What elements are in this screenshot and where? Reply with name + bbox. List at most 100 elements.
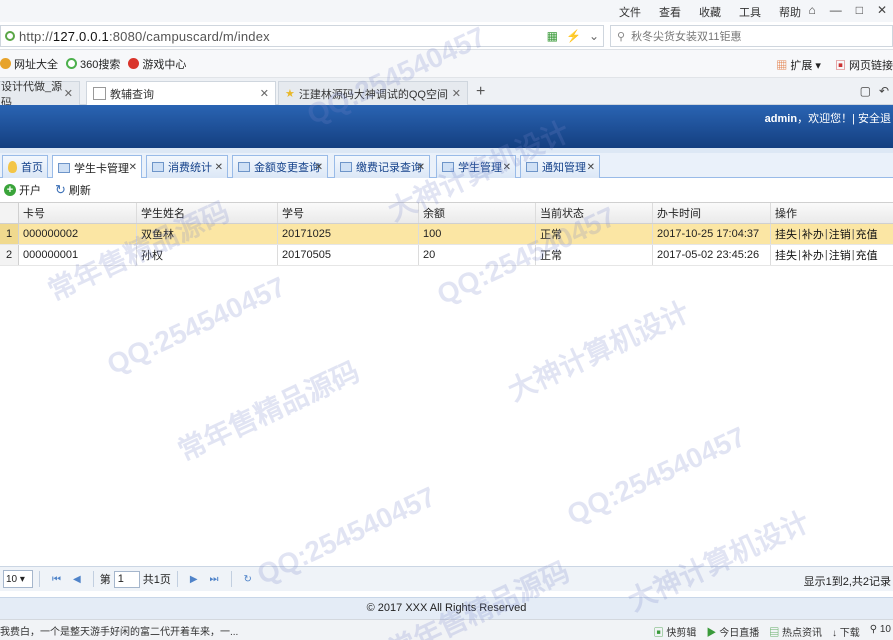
cell-time: 2017-10-25 17:04:37	[653, 224, 771, 244]
close-tab-icon[interactable]: ✕	[315, 162, 323, 173]
cell-balance: 20	[419, 245, 536, 265]
watermark-text: QQ:254540457	[102, 270, 291, 381]
hot-news-button[interactable]: ▤ 热点资讯	[769, 624, 822, 639]
column-header-card[interactable]: 卡号	[19, 203, 137, 223]
bookmark-360-search[interactable]: 360搜索	[66, 56, 120, 72]
table-row[interactable]: 2 000000001 孙权 20170505 20 正常 2017-05-02…	[0, 245, 893, 266]
column-header-balance[interactable]: 余额	[419, 203, 536, 223]
welcome-text: admin，欢迎您！| 安全退	[765, 110, 891, 126]
cell-status: 正常	[536, 245, 653, 265]
logout-link[interactable]: ，欢迎您！| 安全退	[797, 113, 891, 125]
qrcode-icon[interactable]: ▦	[547, 29, 558, 43]
star-icon: ★	[285, 88, 295, 100]
tab-student-management[interactable]: 学生管理 ✕	[436, 155, 516, 178]
new-tab-icon[interactable]: +	[476, 83, 485, 101]
weblink-button[interactable]: ▣ 网页链接	[835, 57, 893, 73]
zoom-level[interactable]: ⚲ 10	[870, 624, 891, 639]
column-header-actions[interactable]: 操作	[771, 203, 893, 223]
next-page-icon[interactable]: ▶	[190, 574, 198, 585]
tab-student-card[interactable]: 学生卡管理 ✕	[52, 155, 142, 179]
close-tab-icon[interactable]: ✕	[215, 162, 223, 173]
menu-file[interactable]: 文件	[619, 4, 641, 20]
tab-label: 汪建林源码大神调试的QQ空间 [E	[298, 88, 449, 101]
column-header-sid[interactable]: 学号	[278, 203, 419, 223]
bookmarks-right: ▦ 扩展 ▾ ▣ 网页链接	[776, 57, 893, 73]
prev-page-icon[interactable]: ◀	[73, 574, 81, 585]
table-row[interactable]: 1 000000002 双鱼林 20171025 100 正常 2017-10-…	[0, 224, 893, 245]
menu-view[interactable]: 查看	[659, 4, 681, 20]
app-header: admin，欢迎您！| 安全退	[0, 105, 893, 148]
tab-notice-management[interactable]: 通知管理 ✕	[520, 155, 600, 178]
report-loss-link[interactable]: 挂失	[775, 226, 797, 242]
maximize-icon[interactable]: □	[856, 3, 863, 17]
last-page-icon[interactable]: ⏭	[210, 574, 219, 585]
column-header-status[interactable]: 当前状态	[536, 203, 653, 223]
tab-consumption-stats[interactable]: 消费统计 ✕	[146, 155, 228, 178]
close-tab-icon[interactable]: ✕	[452, 87, 461, 100]
watermark-text: 常年售精品源码	[173, 355, 365, 467]
search-box[interactable]: ⚲ 秋冬尖货女装双11钜惠	[610, 25, 893, 47]
column-header-time[interactable]: 办卡时间	[653, 203, 771, 223]
bookmark-site-nav[interactable]: 网址大全	[0, 56, 58, 72]
clip-button[interactable]: ▣ 快剪辑	[654, 624, 697, 639]
play-icon: ▶	[706, 628, 717, 639]
open-account-button[interactable]: + 开户	[4, 182, 41, 198]
extensions-button[interactable]: ▦ 扩展 ▾	[776, 57, 821, 73]
tab-payment-records[interactable]: 缴费记录查询 ✕	[334, 155, 430, 178]
cell-name: 孙权	[137, 245, 278, 265]
address-bar-row: http://127.0.0.1:8080/campuscard/m/index…	[0, 22, 893, 50]
live-button[interactable]: ▶ 今日直播	[706, 624, 759, 639]
close-icon[interactable]: ✕	[877, 3, 887, 17]
news-ticker[interactable]: 我费白，一个是整天游手好闲的富二代开着车来，一...	[0, 623, 240, 638]
recharge-link[interactable]: 充值	[856, 226, 878, 242]
tab-label: 缴费记录查询	[356, 162, 422, 174]
cancel-link[interactable]: 注销	[829, 226, 851, 242]
reissue-link[interactable]: 补办	[802, 247, 824, 263]
window-icon[interactable]: ▢	[860, 84, 871, 98]
address-bar[interactable]: http://127.0.0.1:8080/campuscard/m/index…	[0, 25, 604, 47]
close-tab-icon[interactable]: ✕	[503, 162, 511, 173]
menu-favorites[interactable]: 收藏	[699, 4, 721, 20]
menu-tools[interactable]: 工具	[739, 4, 761, 20]
close-tab-icon[interactable]: ✕	[260, 87, 269, 100]
cancel-link[interactable]: 注销	[829, 247, 851, 263]
reload-icon[interactable]: ↻	[244, 574, 252, 585]
address-tools: ▦ ⚡ ⌄	[547, 29, 599, 43]
bookmark-label: 游戏中心	[142, 58, 187, 71]
tab-home[interactable]: 首页	[2, 155, 48, 178]
grid-toolbar: + 开户 ↻ 刷新	[0, 178, 893, 202]
browser-tab-active[interactable]: 教辅查询 ✕	[86, 81, 276, 105]
url-text[interactable]: http://127.0.0.1:8080/campuscard/m/index	[19, 29, 270, 44]
copyright-footer: © 2017 XXX All Rights Reserved	[0, 597, 893, 619]
recharge-link[interactable]: 充值	[856, 247, 878, 263]
chevron-down-icon[interactable]: ⌄	[589, 29, 599, 43]
first-page-icon[interactable]: ⏮	[52, 574, 61, 585]
close-tab-icon[interactable]: ✕	[129, 162, 137, 173]
close-tab-icon[interactable]: ✕	[64, 87, 73, 100]
close-tab-icon[interactable]: ✕	[417, 162, 425, 173]
undo-icon[interactable]: ↶	[879, 84, 889, 98]
browser-tab-design[interactable]: 设计代做_源码 ✕	[0, 81, 80, 109]
page-icon	[93, 87, 106, 100]
button-label: 刷新	[68, 185, 91, 197]
page-size-select[interactable]: 10 ▾	[3, 570, 33, 588]
browser-tab-qq-space[interactable]: ★ 汪建林源码大神调试的QQ空间 [E ✕	[278, 81, 468, 105]
skin-icon[interactable]: ⌂	[808, 3, 815, 17]
reissue-link[interactable]: 补办	[802, 226, 824, 242]
page-info: 显示1到2,共2记录	[803, 576, 891, 588]
download-button[interactable]: ↓ 下载	[832, 624, 860, 639]
lightning-icon[interactable]: ⚡	[566, 29, 581, 43]
grid-header: 卡号 学生姓名 学号 余额 当前状态 办卡时间 操作	[0, 202, 893, 224]
page-number-input[interactable]: 1	[113, 570, 140, 588]
search-icon: ⚲	[617, 30, 626, 43]
refresh-button[interactable]: ↻ 刷新	[55, 182, 91, 198]
zoom-icon: ⚲	[869, 624, 878, 635]
menu-help[interactable]: 帮助	[779, 4, 801, 20]
minimize-icon[interactable]: —	[830, 3, 842, 17]
report-loss-link[interactable]: 挂失	[775, 247, 797, 263]
bookmark-game-center[interactable]: 游戏中心	[128, 56, 186, 72]
column-header-name[interactable]: 学生姓名	[137, 203, 278, 223]
tab-balance-change[interactable]: 金额变更查询 ✕	[232, 155, 328, 178]
button-label: 开户	[19, 185, 41, 197]
close-tab-icon[interactable]: ✕	[587, 162, 595, 173]
